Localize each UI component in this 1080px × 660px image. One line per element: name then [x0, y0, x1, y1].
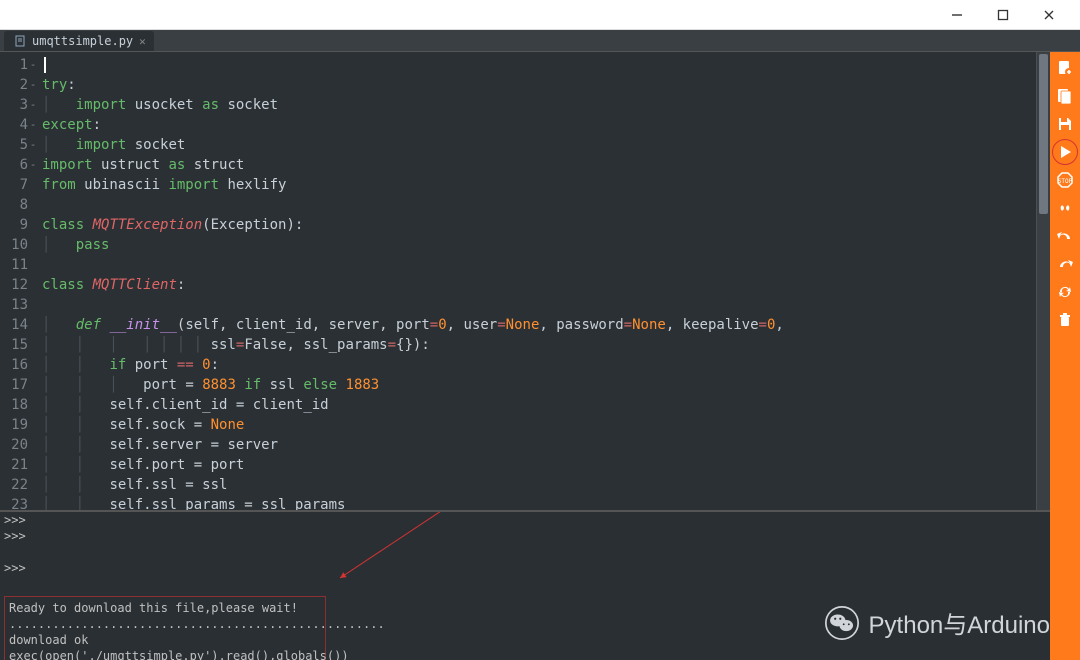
status-line: Ready to download this file,please wait!	[9, 600, 321, 616]
tab-close-icon[interactable]: ✕	[139, 35, 146, 48]
tab-file[interactable]: umqttsimple.py ✕	[4, 31, 154, 51]
watermark: Python与Arduino	[825, 605, 1050, 640]
console-line: >>>	[0, 512, 1050, 528]
tab-bar: umqttsimple.py ✕	[0, 30, 1080, 52]
wechat-icon	[825, 606, 859, 640]
watermark-text: Python与Arduino	[869, 605, 1050, 640]
connect-icon[interactable]	[1053, 196, 1077, 220]
code-area[interactable]: try:│ import usocket as socketexcept:│ i…	[38, 52, 1036, 510]
minimize-button[interactable]	[948, 6, 966, 24]
scrollbar-thumb[interactable]	[1039, 54, 1048, 214]
side-toolbar: STOP	[1050, 52, 1080, 660]
open-file-icon[interactable]	[1053, 84, 1077, 108]
svg-text:STOP: STOP	[1058, 178, 1073, 185]
console-line: >>>	[0, 560, 1050, 576]
maximize-button[interactable]	[994, 6, 1012, 24]
console-line	[0, 544, 1050, 560]
line-number-gutter: 1234567891011121314151617181920212223	[0, 52, 28, 510]
save-icon[interactable]	[1053, 112, 1077, 136]
status-line: download ok	[9, 632, 321, 648]
status-line: exec(open('./umqttsimple.py').read(),glo…	[9, 648, 321, 660]
run-icon[interactable]	[1053, 140, 1077, 164]
window-titlebar	[0, 0, 1080, 30]
console-line: >>>	[0, 528, 1050, 544]
tab-filename: umqttsimple.py	[32, 34, 133, 48]
editor-scrollbar[interactable]	[1036, 52, 1050, 510]
new-file-icon[interactable]	[1053, 56, 1077, 80]
download-status-box: Ready to download this file,please wait!…	[4, 596, 326, 660]
close-window-button[interactable]	[1040, 6, 1058, 24]
status-line: ........................................…	[9, 616, 321, 632]
console-line	[0, 576, 1050, 592]
stop-icon[interactable]: STOP	[1053, 168, 1077, 192]
undo-icon[interactable]	[1053, 224, 1077, 248]
redo-icon[interactable]	[1053, 252, 1077, 276]
code-editor[interactable]: 1234567891011121314151617181920212223 --…	[0, 52, 1050, 510]
fold-gutter[interactable]: ------	[28, 52, 38, 510]
file-icon	[14, 35, 26, 47]
sync-icon[interactable]	[1053, 280, 1077, 304]
delete-icon[interactable]	[1053, 308, 1077, 332]
